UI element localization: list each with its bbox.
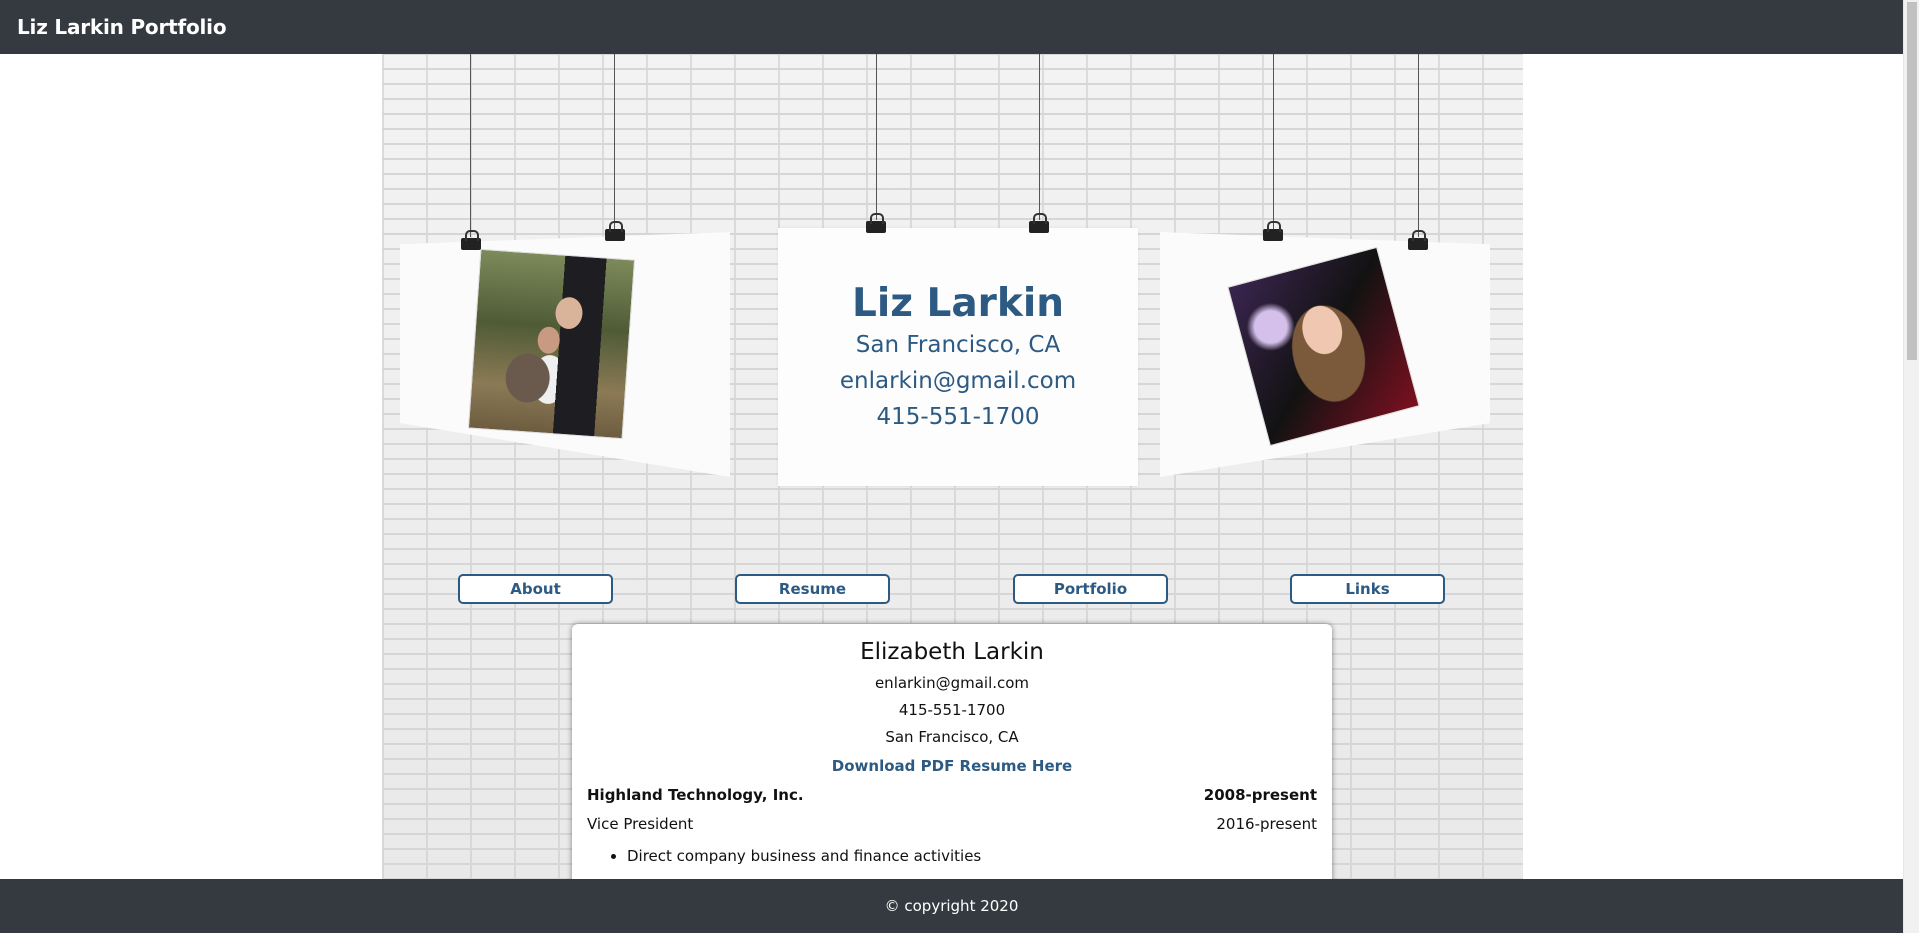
binder-clip-icon xyxy=(1408,230,1428,250)
hanging-string xyxy=(1273,54,1274,229)
job-company-dates: 2008-present xyxy=(1203,786,1317,804)
brand-link[interactable]: Liz Larkin Portfolio xyxy=(17,15,227,39)
job-duty-item: Direct company business and finance acti… xyxy=(627,845,1317,867)
hanging-string xyxy=(614,54,615,229)
scrollbar-thumb[interactable] xyxy=(1907,2,1917,360)
binder-clip-icon xyxy=(1263,221,1283,241)
footer: © copyright 2020 xyxy=(0,879,1903,933)
binder-clip-icon xyxy=(866,213,886,233)
binder-clip-icon xyxy=(1029,213,1049,233)
job-duties-list: Direct company business and finance acti… xyxy=(587,845,1317,867)
resume-button[interactable]: Resume xyxy=(735,574,890,604)
about-button[interactable]: About xyxy=(458,574,613,604)
resume-phone: 415-551-1700 xyxy=(898,701,1006,719)
hero-name: Liz Larkin xyxy=(852,281,1064,326)
job-company: Highland Technology, Inc. xyxy=(587,786,804,804)
resume-name: Elizabeth Larkin xyxy=(860,639,1044,665)
hero-email: enlarkin@gmail.com xyxy=(839,368,1077,394)
resume-location: San Francisco, CA xyxy=(885,728,1019,746)
copyright-text: © copyright 2020 xyxy=(884,897,1019,915)
binder-clip-icon xyxy=(605,221,625,241)
resume-card: Elizabeth Larkin enlarkin@gmail.com 415-… xyxy=(572,624,1332,894)
page-scrollbar[interactable] xyxy=(1903,0,1919,933)
job-role-row: Vice President 2016-present xyxy=(587,810,1317,839)
download-resume-link[interactable]: Download PDF Resume Here xyxy=(587,751,1317,781)
hanging-paper-center: Liz Larkin San Francisco, CA enlarkin@gm… xyxy=(778,228,1138,486)
binder-clip-icon xyxy=(461,230,481,250)
job-role: Vice President xyxy=(587,815,694,833)
wedding-photo xyxy=(467,248,636,440)
hanging-string xyxy=(470,54,471,237)
top-navbar: Liz Larkin Portfolio xyxy=(0,0,1903,54)
hanging-string xyxy=(1418,54,1419,237)
hero-location: San Francisco, CA xyxy=(855,332,1061,358)
job-role-dates: 2016-present xyxy=(1216,815,1317,833)
links-button[interactable]: Links xyxy=(1290,574,1445,604)
job-company-row: Highland Technology, Inc. 2008-present xyxy=(587,781,1317,810)
portfolio-button[interactable]: Portfolio xyxy=(1013,574,1168,604)
hero-phone: 415-551-1700 xyxy=(876,404,1040,430)
hanging-string xyxy=(876,54,877,220)
hanging-string xyxy=(1039,54,1040,220)
resume-email: enlarkin@gmail.com xyxy=(874,674,1030,692)
